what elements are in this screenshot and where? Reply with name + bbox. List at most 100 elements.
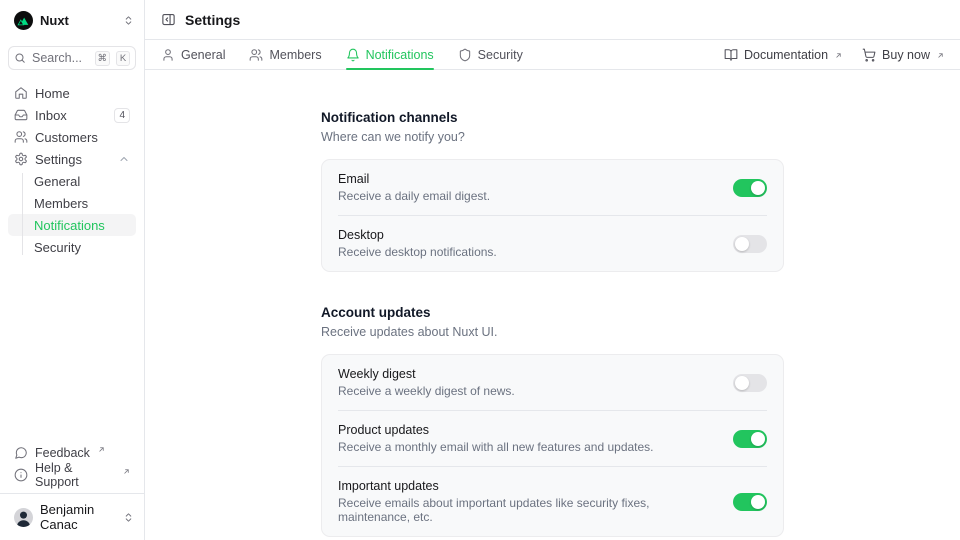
sidebar-item-label: Home: [35, 86, 70, 101]
section-subtitle: Where can we notify you?: [321, 130, 784, 144]
setting-label: Product updates: [338, 423, 654, 437]
users-icon: [14, 130, 28, 144]
tab-notifications[interactable]: Notifications: [346, 40, 434, 69]
message-icon: [14, 446, 28, 460]
page-header: Settings: [145, 0, 960, 40]
settings-card: Weekly digest Receive a weekly digest of…: [321, 354, 784, 537]
toggle-knob: [735, 376, 749, 390]
setting-description: Receive desktop notifications.: [338, 245, 497, 259]
shield-icon: [458, 48, 472, 62]
settings-card: Email Receive a daily email digest. Desk…: [321, 159, 784, 272]
sidebar: Nuxt Search... ⌘ K Home Inbox 4 Customer…: [0, 0, 145, 540]
toggle-knob: [751, 181, 765, 195]
settings-subnav: General Members Notifications Security: [8, 170, 136, 258]
buy-now-button[interactable]: Buy now: [862, 48, 944, 62]
settings-section: Account updates Receive updates about Nu…: [321, 305, 784, 537]
settings-section: Notification channels Where can we notif…: [321, 110, 784, 272]
sidebar-item-label: Settings: [35, 152, 82, 167]
nuxt-logo-icon: [14, 11, 33, 30]
external-link-icon: [835, 52, 842, 59]
sidebar-item-label: Inbox: [35, 108, 67, 123]
tab-security[interactable]: Security: [458, 40, 523, 69]
sidebar-item-general[interactable]: General: [8, 170, 136, 192]
footer-item-label: Feedback: [35, 446, 90, 460]
setting-description: Receive emails about important updates l…: [338, 496, 717, 524]
user-name: Benjamin Canac: [40, 502, 116, 532]
content: Notification channels Where can we notif…: [145, 70, 960, 540]
section-subtitle: Receive updates about Nuxt UI.: [321, 325, 784, 339]
avatar: [14, 508, 33, 527]
sidebar-subitem-label: Members: [34, 196, 88, 211]
workspace-name: Nuxt: [40, 13, 69, 28]
sidebar-item-help-support[interactable]: Help & Support: [8, 464, 136, 486]
setting-label: Weekly digest: [338, 367, 515, 381]
sidebar-item-security[interactable]: Security: [8, 236, 136, 258]
book-open-icon: [724, 48, 738, 62]
sidebar-item-inbox[interactable]: Inbox 4: [8, 104, 136, 126]
external-link-icon: [123, 468, 130, 475]
external-link-icon: [937, 52, 944, 59]
search-input[interactable]: Search... ⌘ K: [8, 46, 136, 70]
setting-description: Receive a weekly digest of news.: [338, 384, 515, 398]
toggle-email[interactable]: [733, 179, 767, 197]
sidebar-subitem-label: General: [34, 174, 80, 189]
kbd-cmd: ⌘: [95, 51, 111, 66]
section-title: Notification channels: [321, 110, 784, 125]
toggle-knob: [751, 495, 765, 509]
sidebar-item-home[interactable]: Home: [8, 82, 136, 104]
tab-label: Members: [269, 48, 321, 62]
setting-row: Desktop Receive desktop notifications.: [338, 215, 767, 271]
section-title: Account updates: [321, 305, 784, 320]
cart-icon: [862, 48, 876, 62]
tab-label: General: [181, 48, 225, 62]
tabs: General Members Notifications Security: [161, 40, 523, 69]
sidebar-item-members[interactable]: Members: [8, 192, 136, 214]
home-icon: [14, 86, 28, 100]
kbd-k: K: [116, 51, 130, 66]
inbox-count-badge: 4: [114, 108, 130, 123]
toggle-product-updates[interactable]: [733, 430, 767, 448]
setting-label: Email: [338, 172, 490, 186]
sidebar-footer-nav: Feedback Help & Support: [0, 442, 144, 493]
toggle-desktop[interactable]: [733, 235, 767, 253]
tab-label: Notifications: [366, 48, 434, 62]
setting-description: Receive a daily email digest.: [338, 189, 490, 203]
action-label: Buy now: [882, 48, 930, 62]
sidebar-item-notifications[interactable]: Notifications: [8, 214, 136, 236]
sidebar-item-customers[interactable]: Customers: [8, 126, 136, 148]
tab-members[interactable]: Members: [249, 40, 321, 69]
toggle-weekly-digest[interactable]: [733, 374, 767, 392]
tab-general[interactable]: General: [161, 40, 225, 69]
toggle-knob: [735, 237, 749, 251]
bell-icon: [346, 48, 360, 62]
setting-label: Desktop: [338, 228, 497, 242]
chevron-up-icon: [118, 153, 130, 165]
panel-left-close-icon[interactable]: [161, 12, 176, 27]
gear-icon: [14, 152, 28, 166]
setting-label: Important updates: [338, 479, 717, 493]
chevrons-up-down-icon: [123, 15, 134, 26]
tab-label: Security: [478, 48, 523, 62]
user-menu[interactable]: Benjamin Canac: [0, 493, 144, 540]
documentation-button[interactable]: Documentation: [724, 48, 842, 62]
sidebar-item-settings[interactable]: Settings: [8, 148, 136, 170]
toolbar: General Members Notifications Security D…: [145, 40, 960, 70]
workspace-selector[interactable]: Nuxt: [0, 0, 144, 30]
sidebar-subitem-label: Security: [34, 240, 81, 255]
users-icon: [249, 48, 263, 62]
action-label: Documentation: [744, 48, 828, 62]
search-placeholder: Search...: [32, 51, 82, 65]
toggle-knob: [751, 432, 765, 446]
setting-row: Product updates Receive a monthly email …: [338, 410, 767, 466]
setting-description: Receive a monthly email with all new fea…: [338, 440, 654, 454]
user-icon: [161, 48, 175, 62]
inbox-icon: [14, 108, 28, 122]
setting-row: Weekly digest Receive a weekly digest of…: [338, 355, 767, 410]
sidebar-item-label: Customers: [35, 130, 98, 145]
main-panel: Settings General Members Notifications S…: [145, 0, 960, 540]
sidebar-subitem-label: Notifications: [34, 218, 105, 233]
toggle-important-updates[interactable]: [733, 493, 767, 511]
external-link-icon: [98, 446, 105, 453]
setting-row: Email Receive a daily email digest.: [338, 160, 767, 215]
info-icon: [14, 468, 28, 482]
